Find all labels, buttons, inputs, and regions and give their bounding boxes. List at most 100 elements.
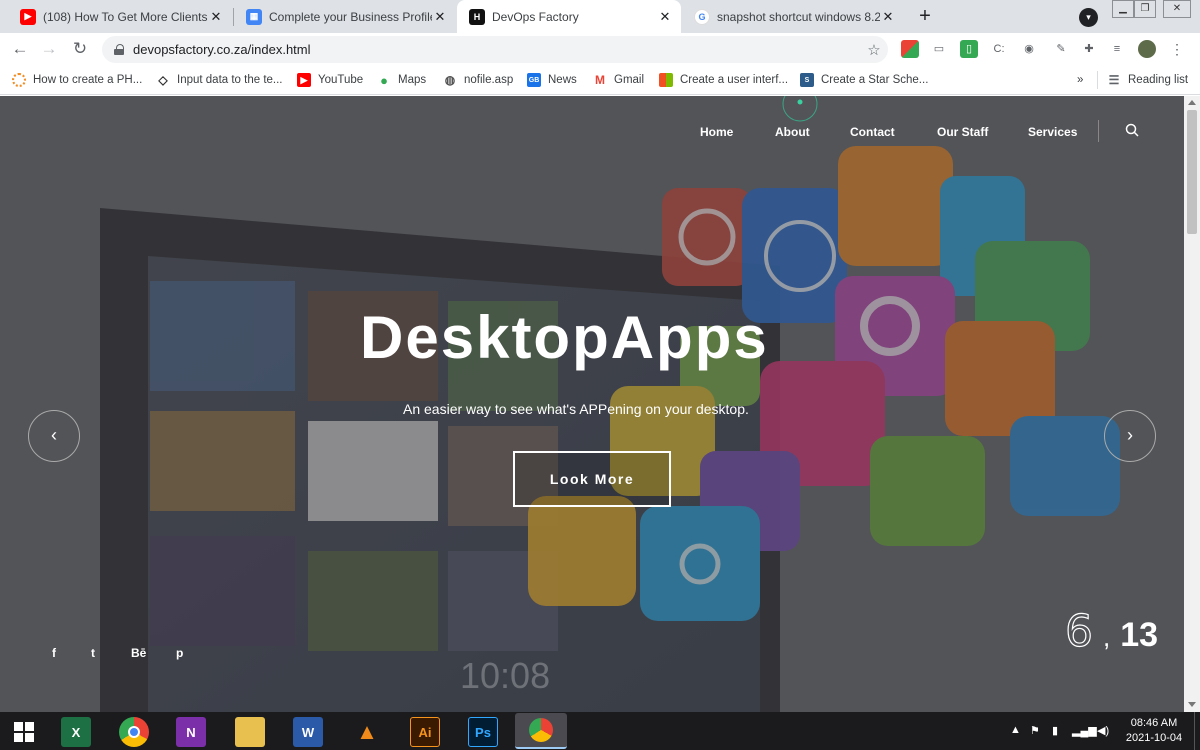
- profile-avatar[interactable]: [1138, 40, 1156, 58]
- nav-home[interactable]: Home: [700, 125, 733, 139]
- word-icon[interactable]: W: [293, 717, 323, 747]
- prev-slide-button[interactable]: ‹: [28, 410, 80, 462]
- screen: ▶ (108) How To Get More Clients Fr ✕ ▦ C…: [0, 0, 1200, 750]
- bookmark-item[interactable]: How to create a PH...: [12, 71, 142, 89]
- nav-about[interactable]: About: [775, 125, 810, 139]
- diamond-icon: ◇: [158, 73, 168, 87]
- onenote-icon[interactable]: N: [176, 717, 206, 747]
- reading-list-label: Reading list: [1128, 74, 1189, 86]
- extension-camera-icon[interactable]: ◉: [1020, 40, 1038, 58]
- tab-title: snapshot shortcut windows 8.2 -: [717, 9, 880, 24]
- business-profile-icon: ▦: [246, 8, 262, 25]
- orange-ring-icon: [12, 73, 26, 87]
- forward-arrow-icon[interactable]: →: [38, 38, 60, 60]
- photoshop-icon[interactable]: Ps: [468, 717, 498, 747]
- windows-start-icon[interactable]: [9, 717, 39, 747]
- close-tab-icon[interactable]: ✕: [657, 9, 673, 25]
- vlc-icon[interactable]: ▲: [352, 717, 382, 747]
- extensions-puzzle-icon[interactable]: ✚: [1080, 40, 1098, 58]
- google-icon: G: [694, 8, 710, 25]
- scroll-down-arrow-icon[interactable]: [1188, 702, 1196, 707]
- nav-our-staff[interactable]: Our Staff: [937, 125, 988, 139]
- slide-total: 13: [1120, 616, 1159, 654]
- media-control-icon[interactable]: ≡: [1108, 40, 1126, 58]
- microsoft-icon: [659, 73, 673, 87]
- bookmark-item[interactable]: M Gmail: [593, 71, 644, 89]
- more-bookmarks-label: »: [1077, 74, 1084, 86]
- tab-strip: ▶ (108) How To Get More Clients Fr ✕ ▦ C…: [0, 0, 1200, 33]
- extension-evernote-icon[interactable]: ▯: [960, 40, 978, 58]
- flag-icon[interactable]: ⚑: [1030, 724, 1040, 737]
- extension-pen-icon[interactable]: ✎: [1052, 40, 1070, 58]
- file-explorer-icon[interactable]: [235, 717, 265, 747]
- nav-contact[interactable]: Contact: [850, 125, 895, 139]
- close-window-button[interactable]: ✕: [1163, 0, 1191, 18]
- close-tab-icon[interactable]: ✕: [208, 9, 224, 25]
- tab-search-button[interactable]: ▾: [1079, 8, 1098, 27]
- news-icon: GB: [527, 73, 541, 87]
- network-icon[interactable]: ▂▄▆: [1072, 724, 1097, 737]
- browser-toolbar: ← → ↻ devopsfactory.co.za/index.html ☆ ▭…: [0, 33, 1200, 65]
- illustrator-icon[interactable]: Ai: [410, 717, 440, 747]
- tab-youtube[interactable]: ▶ (108) How To Get More Clients Fr ✕: [8, 0, 232, 33]
- behance-icon[interactable]: Bē: [131, 646, 146, 660]
- slide-current: 6: [1064, 605, 1093, 657]
- tab-title: DevOps Factory: [492, 9, 579, 24]
- tab-google-search[interactable]: G snapshot shortcut windows 8.2 - ✕: [682, 0, 904, 33]
- menu-kebab-icon[interactable]: ⋮: [1168, 40, 1186, 58]
- page-viewport: 10:08 Home About Contact Our Staff Servi…: [0, 96, 1184, 712]
- bookmark-item[interactable]: GB News: [527, 71, 577, 89]
- twitter-icon[interactable]: t: [91, 646, 95, 660]
- tab-devops-factory[interactable]: H DevOps Factory ✕: [457, 0, 681, 33]
- chrome-icon[interactable]: [119, 717, 149, 747]
- chrome-active-icon[interactable]: [515, 713, 567, 749]
- tab-business-profile[interactable]: ▦ Complete your Business Profile | ✕: [234, 0, 456, 33]
- bookmark-label: Input data to the te...: [177, 74, 283, 86]
- volume-icon[interactable]: ◀): [1097, 724, 1109, 737]
- reload-icon[interactable]: ↻: [69, 38, 91, 60]
- tray-overflow-icon[interactable]: ▲: [1010, 724, 1021, 736]
- bookmark-label: Maps: [398, 74, 427, 86]
- address-bar[interactable]: devopsfactory.co.za/index.html ☆: [102, 36, 888, 63]
- page-scrollbar[interactable]: [1184, 96, 1200, 712]
- taskbar-clock[interactable]: 08:46 AM 2021-10-04: [1124, 716, 1184, 746]
- pinterest-icon[interactable]: p: [176, 646, 183, 660]
- more-bookmarks-button[interactable]: »: [1077, 71, 1083, 89]
- nav-services[interactable]: Services: [1028, 125, 1077, 139]
- next-slide-button[interactable]: ›: [1104, 410, 1156, 462]
- bookmark-item[interactable]: ◍ nofile.asp: [443, 71, 513, 89]
- reading-list-icon: ☰: [1108, 73, 1120, 87]
- show-desktop-button[interactable]: [1194, 712, 1200, 750]
- look-more-button[interactable]: Look More: [513, 451, 671, 507]
- extension-colorful-icon[interactable]: [901, 40, 919, 58]
- restore-button[interactable]: ❐: [1134, 0, 1156, 18]
- excel-icon[interactable]: X: [61, 717, 91, 747]
- bookmark-label: Gmail: [614, 74, 645, 86]
- youtube-icon: ▶: [20, 8, 36, 25]
- scroll-up-arrow-icon[interactable]: [1188, 100, 1196, 105]
- bookmark-item[interactable]: ● Maps: [377, 71, 426, 89]
- close-tab-icon[interactable]: ✕: [880, 9, 896, 25]
- facebook-icon[interactable]: f: [52, 646, 56, 660]
- bookmark-label: Create a user interf...: [680, 74, 789, 86]
- devops-factory-icon: H: [469, 8, 485, 25]
- minimize-button[interactable]: ▁: [1112, 0, 1134, 18]
- bookmark-item[interactable]: S Create a Star Sche...: [800, 71, 928, 89]
- bookmark-star-icon[interactable]: ☆: [860, 41, 888, 59]
- bookmark-item[interactable]: ◇ Input data to the te...: [156, 71, 283, 89]
- extension-cast-icon[interactable]: ▭: [930, 40, 948, 58]
- new-tab-button[interactable]: +: [912, 4, 938, 30]
- close-tab-icon[interactable]: ✕: [432, 9, 448, 25]
- bookmark-item[interactable]: ▶ YouTube: [297, 71, 363, 89]
- search-icon[interactable]: [1125, 123, 1139, 137]
- clock-date: 2021-10-04: [1125, 732, 1183, 744]
- back-arrow-icon[interactable]: ←: [9, 38, 31, 60]
- tab-title: (108) How To Get More Clients Fr: [43, 9, 208, 24]
- extension-c-icon[interactable]: C:: [990, 40, 1008, 58]
- scroll-thumb[interactable]: [1187, 110, 1197, 234]
- bookmark-item[interactable]: Create a user interf...: [659, 71, 788, 89]
- reading-list-button[interactable]: ☰ Reading list: [1107, 71, 1188, 89]
- battery-icon[interactable]: ▮: [1052, 724, 1058, 737]
- lock-icon: [114, 44, 124, 55]
- sqlservercentral-icon: S: [800, 73, 814, 87]
